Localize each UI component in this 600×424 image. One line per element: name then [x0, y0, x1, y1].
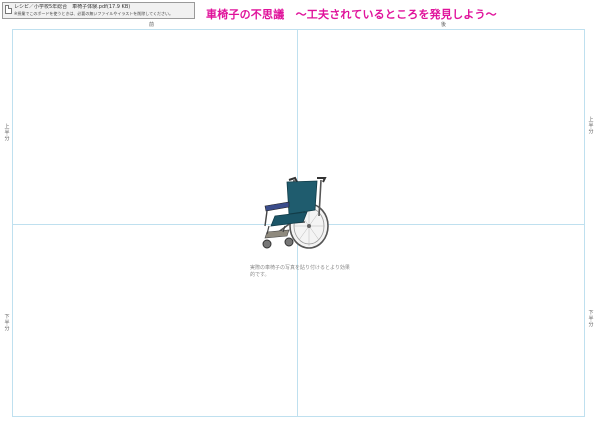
- page-title: 車椅子の不思議 ～工夫されているところを発見しよう～: [206, 8, 497, 21]
- armrest-post: [264, 210, 268, 227]
- footrest: [264, 229, 290, 239]
- back-label: 後: [441, 22, 447, 28]
- backrest: [286, 180, 318, 215]
- right-lower-label: 下半分: [588, 310, 594, 328]
- caster-wheel-left: [262, 239, 272, 249]
- file-info-text: レシピ／小学校5年総合 車椅子体験.pdf(17.9 KB) ※授業でこのボード…: [14, 4, 173, 17]
- wheelchair-illustration[interactable]: [259, 176, 331, 252]
- front-label: 前: [149, 22, 155, 28]
- file-info-note: ※授業でこのボードを使うときは、必要の無いファイルやイラストを削除してください。: [14, 10, 174, 16]
- caster-wheel-right: [284, 237, 294, 247]
- left-upper-label: 上半分: [4, 124, 10, 142]
- document-icon: [5, 5, 12, 14]
- right-upper-label: 上半分: [588, 117, 594, 135]
- photo-hint-note: 実際の車椅子の写真を貼り付けるとより効果的です。: [250, 265, 350, 278]
- file-info-box[interactable]: レシピ／小学校5年総合 車椅子体験.pdf(17.9 KB) ※授業でこのボード…: [2, 2, 195, 19]
- armrest: [264, 201, 290, 212]
- left-lower-label: 下半分: [4, 314, 10, 332]
